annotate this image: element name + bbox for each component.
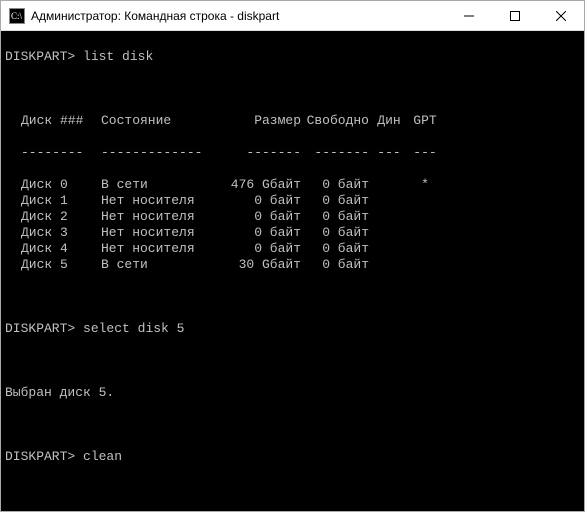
blank-line <box>5 417 580 433</box>
prompt: DISKPART> <box>5 49 75 64</box>
titlebar: C:\ Администратор: Командная строка - di… <box>1 1 584 31</box>
svg-text:C:\: C:\ <box>11 11 23 21</box>
prompt: DISKPART> <box>5 321 75 336</box>
disk-gpt: * <box>405 177 445 193</box>
disk-free: 0 байт <box>301 225 373 241</box>
blank-line <box>5 353 580 369</box>
cmd-icon: C:\ <box>9 8 25 24</box>
disk-free: 0 байт <box>301 257 373 273</box>
disk-state: Нет носителя <box>101 241 213 257</box>
terminal-window: C:\ Администратор: Командная строка - di… <box>0 0 585 512</box>
disk-id: Диск 4 <box>21 241 101 257</box>
blank-line <box>5 289 580 305</box>
disk-gpt <box>405 193 445 209</box>
disk-dyn <box>373 177 405 193</box>
disk-dyn <box>373 225 405 241</box>
disk-gpt <box>405 241 445 257</box>
output-message: Выбран диск 5. <box>5 385 580 401</box>
disk-state: Нет носителя <box>101 193 213 209</box>
table-row: Диск 4Нет носителя0 байт0 байт <box>5 241 580 257</box>
prompt-line: DISKPART> select disk 5 <box>5 321 580 337</box>
disk-id: Диск 3 <box>21 225 101 241</box>
maximize-button[interactable] <box>492 1 538 30</box>
disk-dyn <box>373 241 405 257</box>
blank-line <box>5 481 580 497</box>
disk-id: Диск 0 <box>21 177 101 193</box>
header-gpt: GPT <box>405 113 445 129</box>
disk-size: 0 байт <box>213 225 301 241</box>
table-row: Диск 1Нет носителя0 байт0 байт <box>5 193 580 209</box>
window-controls <box>446 1 584 30</box>
disk-id: Диск 1 <box>21 193 101 209</box>
disk-id: Диск 5 <box>21 257 101 273</box>
disk-size: 0 байт <box>213 193 301 209</box>
prompt: DISKPART> <box>5 449 75 464</box>
command-text: list disk <box>83 49 153 64</box>
disk-dyn <box>373 209 405 225</box>
header-state: Состояние <box>101 113 213 129</box>
disk-gpt <box>405 209 445 225</box>
disk-gpt <box>405 225 445 241</box>
disk-state: Нет носителя <box>101 225 213 241</box>
table-row: Диск 0В сети476 Gбайт0 байт * <box>5 177 580 193</box>
command-text: select disk 5 <box>83 321 184 336</box>
table-row: Диск 5В сети30 Gбайт0 байт <box>5 257 580 273</box>
command-text: clean <box>83 449 122 464</box>
header-free: Свободно <box>301 113 373 129</box>
minimize-button[interactable] <box>446 1 492 30</box>
disk-dyn <box>373 257 405 273</box>
window-title: Администратор: Командная строка - diskpa… <box>31 9 446 23</box>
disk-state: Нет носителя <box>101 209 213 225</box>
terminal-body[interactable]: DISKPART> list disk Диск ###СостояниеРаз… <box>1 31 584 511</box>
disk-size: 476 Gбайт <box>213 177 301 193</box>
prompt-line: DISKPART> clean <box>5 449 580 465</box>
table-header: Диск ###СостояниеРазмерСвободноДинGPT <box>5 113 580 129</box>
table-row: Диск 2Нет носителя0 байт0 байт <box>5 209 580 225</box>
disk-free: 0 байт <box>301 177 373 193</box>
table-separator: ----------------------------------------… <box>5 145 580 161</box>
disk-size: 0 байт <box>213 241 301 257</box>
disk-free: 0 байт <box>301 193 373 209</box>
disk-free: 0 байт <box>301 241 373 257</box>
disk-dyn <box>373 193 405 209</box>
table-row: Диск 3Нет носителя0 байт0 байт <box>5 225 580 241</box>
blank-line <box>5 81 580 97</box>
close-button[interactable] <box>538 1 584 30</box>
disk-size: 30 Gбайт <box>213 257 301 273</box>
disk-gpt <box>405 257 445 273</box>
disk-state: В сети <box>101 257 213 273</box>
disk-id: Диск 2 <box>21 209 101 225</box>
header-id: Диск ### <box>21 113 101 129</box>
disk-size: 0 байт <box>213 209 301 225</box>
header-dyn: Дин <box>373 113 405 129</box>
disk-state: В сети <box>101 177 213 193</box>
prompt-line: DISKPART> list disk <box>5 49 580 65</box>
disk-free: 0 байт <box>301 209 373 225</box>
header-size: Размер <box>213 113 301 129</box>
